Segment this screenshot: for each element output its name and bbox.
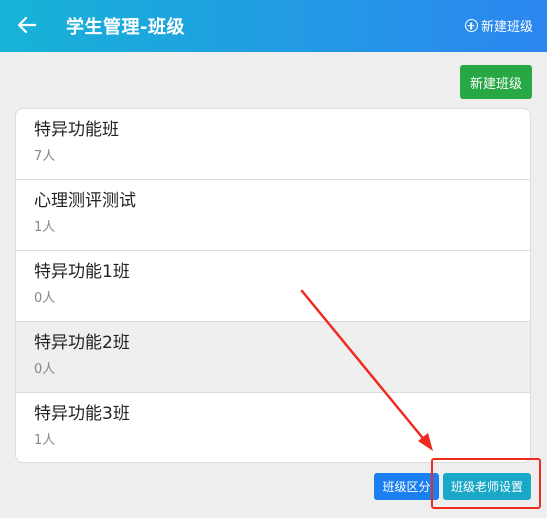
annotation-arrow xyxy=(300,289,433,451)
